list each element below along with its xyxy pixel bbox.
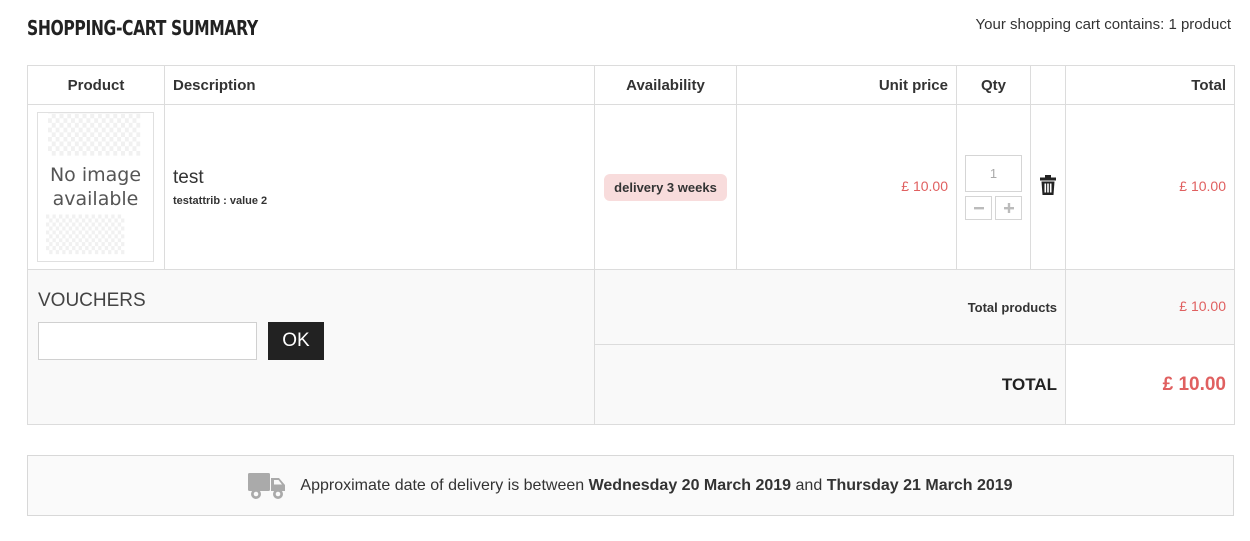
truck-icon bbox=[248, 472, 286, 499]
quantity-stepper bbox=[957, 195, 1030, 220]
voucher-code-input[interactable] bbox=[38, 322, 257, 360]
total-products-label: Total products bbox=[594, 269, 1066, 345]
image-watermark: ▒▒▒ bbox=[48, 112, 141, 156]
col-header-delete bbox=[1030, 65, 1066, 105]
table-header-row: Product Description Availability Unit pr… bbox=[27, 65, 1235, 105]
description-cell: test testattrib : value 2 bbox=[164, 104, 595, 270]
quantity-input[interactable]: 1 bbox=[965, 154, 1022, 192]
voucher-form: OK bbox=[38, 322, 584, 360]
grand-total-value: £ 10.00 bbox=[1065, 344, 1235, 425]
product-name-link[interactable]: test bbox=[173, 167, 594, 189]
voucher-ok-button[interactable]: OK bbox=[268, 322, 324, 360]
availability-badge: delivery 3 weeks bbox=[604, 173, 727, 201]
plus-icon bbox=[1003, 202, 1014, 213]
grand-total-label: TOTAL bbox=[594, 344, 1066, 425]
no-image-text: No image available bbox=[49, 164, 142, 210]
delivery-text: Approximate date of delivery is between … bbox=[300, 477, 1012, 495]
page-title: SHOPPING-CART SUMMARY bbox=[27, 16, 258, 40]
line-total-cell: £ 10.00 bbox=[1065, 104, 1235, 270]
product-image-cell: ▒▒▒ ▒▒▒ No image available bbox=[27, 104, 165, 270]
table-row: ▒▒▒ ▒▒▒ No image available test testattr… bbox=[27, 104, 1235, 270]
vouchers-title: VOUCHERS bbox=[38, 290, 146, 311]
col-header-qty: Qty bbox=[956, 65, 1031, 105]
product-attribute: testattrib : value 2 bbox=[173, 195, 268, 207]
delivery-estimate: Approximate date of delivery is between … bbox=[27, 455, 1234, 516]
minus-icon bbox=[973, 206, 984, 209]
col-header-product: Product bbox=[27, 65, 165, 105]
line-total: £ 10.00 bbox=[1179, 178, 1226, 194]
total-products-cell: £ 10.00 bbox=[1065, 269, 1235, 345]
decrease-quantity-button[interactable] bbox=[965, 195, 992, 220]
col-header-unit-price: Unit price bbox=[736, 65, 957, 105]
delivery-prefix: Approximate date of delivery is between bbox=[300, 476, 585, 494]
unit-price-cell: £ 10.00 bbox=[736, 104, 957, 270]
product-image-placeholder[interactable]: ▒▒▒ ▒▒▒ No image available bbox=[37, 112, 154, 262]
summary-row-products: VOUCHERS OK Total products £ 10.00 bbox=[27, 269, 1235, 425]
cart-count-text: Your shopping cart contains: 1 product bbox=[975, 16, 1231, 33]
delivery-conjunction: and bbox=[795, 476, 823, 494]
unit-price: £ 10.00 bbox=[901, 178, 948, 194]
col-header-total: Total bbox=[1065, 65, 1235, 105]
availability-cell: delivery 3 weeks bbox=[594, 104, 737, 270]
qty-cell: 1 bbox=[956, 104, 1031, 270]
vouchers-section: VOUCHERS OK bbox=[27, 269, 595, 425]
trash-icon[interactable] bbox=[1040, 174, 1056, 195]
cart-table: Product Description Availability Unit pr… bbox=[27, 65, 1235, 425]
increase-quantity-button[interactable] bbox=[995, 195, 1022, 220]
col-header-description: Description bbox=[164, 65, 595, 105]
col-header-availability: Availability bbox=[594, 65, 737, 105]
image-watermark: ▒▒▒ bbox=[46, 215, 125, 255]
delete-cell bbox=[1030, 104, 1066, 270]
delivery-date-from: Wednesday 20 March 2019 bbox=[588, 476, 792, 494]
total-products-value: £ 10.00 bbox=[1179, 298, 1226, 314]
delivery-date-to: Thursday 21 March 2019 bbox=[826, 476, 1013, 494]
